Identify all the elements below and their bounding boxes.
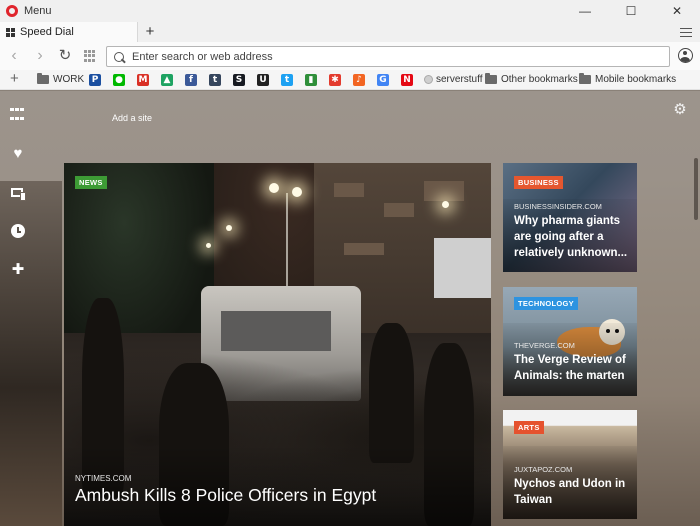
speed-dial-sidebar-icon[interactable] [10, 108, 26, 124]
address-toolbar: ‹ › ↻ [0, 42, 700, 70]
news-headline[interactable]: Why pharma giants are going after a rela… [514, 213, 632, 261]
folder-icon [485, 73, 497, 84]
gear-icon[interactable]: ⚙ [673, 102, 687, 117]
category-badge: ARTS [514, 421, 544, 434]
netflix-icon[interactable]: N [401, 74, 413, 86]
search-icon [114, 51, 124, 62]
bookmark-folder-label: WORK [53, 74, 85, 85]
heart-icon[interactable]: ♥ [10, 146, 26, 162]
news-source: THEVERGE.COM [514, 341, 575, 350]
add-bookmark-button[interactable]: + [10, 70, 19, 88]
news-source: NYTIMES.COM [75, 474, 132, 483]
add-a-site-link[interactable]: Add a site [112, 113, 152, 123]
minimize-button[interactable]: — [562, 0, 608, 22]
street-light [442, 201, 449, 208]
folder-icon [579, 73, 591, 84]
twitter-icon[interactable]: t [281, 74, 293, 86]
news-source: BUSINESSINSIDER.COM [514, 202, 602, 211]
app-bookmark-icon[interactable]: ✱ [329, 74, 341, 86]
news-image-person [369, 323, 414, 463]
mobile-bookmarks-label: Mobile bookmarks [595, 74, 677, 85]
speed-dial-grid-icon[interactable] [84, 50, 96, 62]
address-input[interactable] [132, 50, 632, 63]
close-button[interactable]: ✕ [654, 0, 700, 22]
devices-icon[interactable] [10, 186, 26, 202]
reload-button[interactable]: ↻ [56, 47, 74, 65]
news-source: JUXTAPOZ.COM [514, 465, 573, 474]
address-bar[interactable] [106, 46, 670, 67]
drive-icon[interactable]: ▲ [161, 74, 173, 86]
music-icon[interactable]: ♪ [353, 74, 365, 86]
street-light [269, 183, 279, 193]
bookmarks-bar: + WORK P ● M ▲ f t S Ut ▮ ✱ ♪ G N serverstuff Other … [0, 70, 700, 90]
forward-button[interactable]: › [31, 47, 49, 65]
news-card-business[interactable]: BUSINESS BUSINESSINSIDER.COM Why pharma … [503, 163, 637, 272]
tab-speed-dial[interactable]: Speed Dial [0, 22, 138, 42]
category-badge: NEWS [75, 176, 107, 189]
category-badge: TECHNOLOGY [514, 297, 578, 310]
folder-icon [37, 73, 49, 84]
new-tab-button[interactable]: + [143, 22, 157, 42]
category-badge: BUSINESS [514, 176, 563, 189]
bookmark-folder-work[interactable]: WORK [37, 73, 85, 85]
extensions-puzzle-icon[interactable]: ✚ [10, 262, 26, 278]
title-bar: Menu — ☐ ✕ [0, 0, 700, 22]
opera-logo-icon[interactable] [6, 5, 18, 17]
paypal-icon[interactable]: P [89, 74, 101, 86]
window-controls: — ☐ ✕ [562, 0, 700, 22]
facebook-icon[interactable]: f [185, 74, 197, 86]
speed-dial-page: ♥ ✚ Add a site ⚙ NEWS NYTIMES.COM Ambush [0, 91, 700, 526]
line-icon[interactable]: ● [113, 74, 125, 86]
steam-icon[interactable]: S [233, 74, 245, 86]
other-bookmarks-folder[interactable]: Other bookmarks [485, 73, 578, 85]
tab-title: Speed Dial [20, 26, 74, 38]
mobile-bookmarks-folder[interactable]: Mobile bookmarks [579, 73, 677, 85]
news-headline[interactable]: Ambush Kills 8 Police Officers in Egypt [75, 485, 376, 506]
bookmark-serverstuff[interactable]: serverstuff [436, 74, 483, 85]
news-headline[interactable]: The Verge Review of Animals: the marten [514, 352, 632, 384]
gmail-icon[interactable]: M [137, 74, 149, 86]
tumblr-icon[interactable]: t [209, 74, 221, 86]
sidebar: ♥ ✚ [0, 91, 36, 526]
back-button[interactable]: ‹ [5, 47, 23, 65]
chart-bookmark-icon[interactable]: ▮ [305, 74, 317, 86]
street-light [206, 243, 211, 248]
street-light [226, 225, 232, 231]
menu-button[interactable]: Menu [24, 5, 52, 17]
google-icon[interactable]: G [377, 74, 389, 86]
street-pole [286, 193, 288, 293]
speed-dial-icon [6, 27, 15, 37]
street-light [292, 187, 302, 197]
main-news-card[interactable]: NEWS NYTIMES.COM Ambush Kills 8 Police O… [64, 163, 491, 526]
maximize-button[interactable]: ☐ [608, 0, 654, 22]
news-card-technology[interactable]: TECHNOLOGY THEVERGE.COM The Verge Review… [503, 287, 637, 396]
news-headline[interactable]: Nychos and Udon in Taiwan [514, 476, 632, 508]
serverstuff-icon [424, 75, 433, 84]
other-bookmarks-label: Other bookmarks [501, 74, 578, 85]
news-card-arts[interactable]: ARTS JUXTAPOZ.COM Nychos and Udon in Tai… [503, 410, 637, 519]
scrollbar[interactable] [694, 158, 698, 220]
profile-icon[interactable] [678, 48, 693, 63]
tab-strip: Speed Dial + [0, 22, 700, 42]
history-clock-icon[interactable] [11, 224, 25, 238]
ubc-icon[interactable]: U [257, 74, 269, 86]
tab-menu-icon[interactable] [680, 25, 692, 39]
news-image-truck [434, 238, 491, 298]
